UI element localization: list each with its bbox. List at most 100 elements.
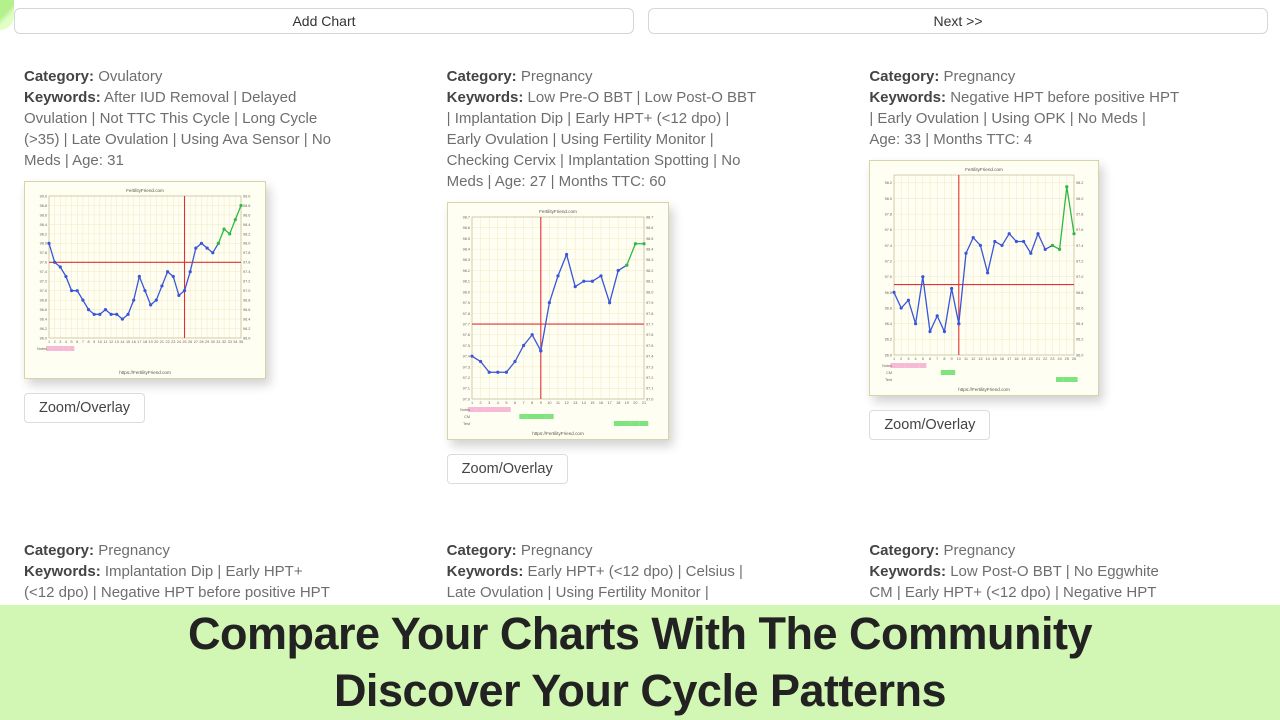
svg-text:98.7: 98.7 bbox=[646, 215, 653, 219]
svg-text:CM: CM bbox=[464, 415, 470, 419]
svg-text:97.4: 97.4 bbox=[885, 244, 892, 248]
svg-text:14: 14 bbox=[581, 401, 585, 405]
zoom-overlay-button[interactable]: Zoom/Overlay bbox=[24, 393, 145, 423]
svg-text:13: 13 bbox=[979, 357, 983, 361]
svg-text:20: 20 bbox=[154, 340, 158, 344]
svg-text:97.8: 97.8 bbox=[885, 213, 892, 217]
svg-text:98.6: 98.6 bbox=[243, 213, 250, 217]
svg-text:98.0: 98.0 bbox=[885, 197, 892, 201]
svg-text:21: 21 bbox=[642, 401, 646, 405]
zoom-overlay-button[interactable]: Zoom/Overlay bbox=[447, 454, 568, 484]
chart-meta: Category: PregnancyKeywords: Negative HP… bbox=[869, 66, 1179, 150]
svg-text:17: 17 bbox=[607, 401, 611, 405]
svg-text:98.2: 98.2 bbox=[885, 181, 892, 185]
svg-text:97.8: 97.8 bbox=[1076, 213, 1083, 217]
svg-text:33: 33 bbox=[228, 340, 232, 344]
svg-text:97.0: 97.0 bbox=[40, 289, 47, 293]
svg-text:96.8: 96.8 bbox=[40, 299, 47, 303]
add-chart-button[interactable]: Add Chart bbox=[14, 8, 634, 34]
svg-text:98.2: 98.2 bbox=[243, 232, 250, 236]
svg-text:98.2: 98.2 bbox=[646, 269, 653, 273]
svg-text:97.5: 97.5 bbox=[646, 344, 653, 348]
svg-text:13: 13 bbox=[115, 340, 119, 344]
category-label: Category: bbox=[447, 542, 517, 559]
svg-text:15: 15 bbox=[590, 401, 594, 405]
svg-text:30: 30 bbox=[211, 340, 215, 344]
svg-text:96.8: 96.8 bbox=[243, 299, 250, 303]
next-button[interactable]: Next >> bbox=[648, 8, 1268, 34]
svg-text:96.8: 96.8 bbox=[1076, 291, 1083, 295]
svg-text:96.4: 96.4 bbox=[40, 317, 47, 321]
svg-text:97.7: 97.7 bbox=[462, 322, 469, 326]
svg-text:97.2: 97.2 bbox=[243, 280, 250, 284]
svg-text:99.0: 99.0 bbox=[40, 194, 47, 198]
svg-text:98.0: 98.0 bbox=[243, 242, 250, 246]
category-value: Pregnancy bbox=[521, 542, 593, 559]
svg-text:21: 21 bbox=[160, 340, 164, 344]
chart-thumbnail[interactable]: 96.096.096.296.296.496.496.696.696.896.8… bbox=[869, 160, 1099, 396]
category-value: Pregnancy bbox=[944, 542, 1016, 559]
svg-text:96.0: 96.0 bbox=[885, 353, 892, 357]
banner-line-1: Compare Your Charts With The Community bbox=[188, 606, 1092, 662]
svg-text:97.6: 97.6 bbox=[1076, 228, 1083, 232]
svg-text:97.5: 97.5 bbox=[462, 344, 469, 348]
svg-text:98.6: 98.6 bbox=[646, 226, 653, 230]
svg-text:Notes: Notes bbox=[882, 364, 892, 368]
svg-text:96.0: 96.0 bbox=[1076, 353, 1083, 357]
svg-text:3: 3 bbox=[488, 401, 490, 405]
chart-thumbnail[interactable]: 97.097.097.197.197.297.297.397.397.497.4… bbox=[447, 202, 669, 440]
zoom-overlay-button[interactable]: Zoom/Overlay bbox=[869, 410, 990, 440]
category-value: Ovulatory bbox=[98, 68, 162, 85]
svg-text:99.0: 99.0 bbox=[243, 194, 250, 198]
svg-text:2: 2 bbox=[54, 340, 56, 344]
svg-text:35: 35 bbox=[239, 340, 243, 344]
svg-text:96.6: 96.6 bbox=[243, 308, 250, 312]
category-value: Pregnancy bbox=[98, 542, 170, 559]
svg-text:18: 18 bbox=[143, 340, 147, 344]
svg-text:97.6: 97.6 bbox=[646, 333, 653, 337]
svg-text:8: 8 bbox=[87, 340, 89, 344]
svg-text:9: 9 bbox=[951, 357, 953, 361]
svg-text:14: 14 bbox=[120, 340, 124, 344]
svg-text:96.0: 96.0 bbox=[243, 336, 250, 340]
svg-text:12: 12 bbox=[564, 401, 568, 405]
svg-text:97.1: 97.1 bbox=[646, 387, 653, 391]
svg-text:97.8: 97.8 bbox=[462, 312, 469, 316]
svg-text:97.8: 97.8 bbox=[646, 312, 653, 316]
keywords-label: Keywords: bbox=[447, 563, 524, 580]
category-label: Category: bbox=[24, 68, 94, 85]
svg-text:13: 13 bbox=[573, 401, 577, 405]
svg-text:96.0: 96.0 bbox=[40, 336, 47, 340]
svg-text:https://FertilityFriend.com: https://FertilityFriend.com bbox=[959, 387, 1011, 392]
svg-text:97.6: 97.6 bbox=[243, 261, 250, 265]
svg-text:96.6: 96.6 bbox=[885, 306, 892, 310]
svg-text:97.4: 97.4 bbox=[646, 355, 653, 359]
svg-text:97.8: 97.8 bbox=[243, 251, 250, 255]
svg-text:7: 7 bbox=[936, 357, 938, 361]
svg-text:98.4: 98.4 bbox=[243, 223, 250, 227]
svg-text:27: 27 bbox=[194, 340, 198, 344]
svg-text:22: 22 bbox=[1043, 357, 1047, 361]
svg-text:7: 7 bbox=[82, 340, 84, 344]
svg-text:29: 29 bbox=[205, 340, 209, 344]
svg-text:98.8: 98.8 bbox=[40, 204, 47, 208]
svg-text:19: 19 bbox=[1022, 357, 1026, 361]
category-label: Category: bbox=[869, 542, 939, 559]
svg-text:5: 5 bbox=[71, 340, 73, 344]
svg-text:98.4: 98.4 bbox=[40, 223, 47, 227]
svg-text:97.0: 97.0 bbox=[243, 289, 250, 293]
svg-text:25: 25 bbox=[1065, 357, 1069, 361]
svg-text:96.4: 96.4 bbox=[243, 317, 250, 321]
svg-text:Notes: Notes bbox=[37, 347, 47, 351]
chart-thumbnail[interactable]: 96.096.096.296.296.496.496.696.696.896.8… bbox=[24, 181, 266, 379]
svg-text:10: 10 bbox=[547, 401, 551, 405]
svg-text:26: 26 bbox=[1072, 357, 1076, 361]
svg-text:10: 10 bbox=[98, 340, 102, 344]
svg-text:97.0: 97.0 bbox=[1076, 275, 1083, 279]
svg-text:97.6: 97.6 bbox=[885, 228, 892, 232]
svg-text:11: 11 bbox=[103, 340, 107, 344]
svg-text:10: 10 bbox=[957, 357, 961, 361]
svg-text:98.0: 98.0 bbox=[40, 242, 47, 246]
svg-text:6: 6 bbox=[76, 340, 78, 344]
svg-text:CM: CM bbox=[886, 371, 892, 375]
